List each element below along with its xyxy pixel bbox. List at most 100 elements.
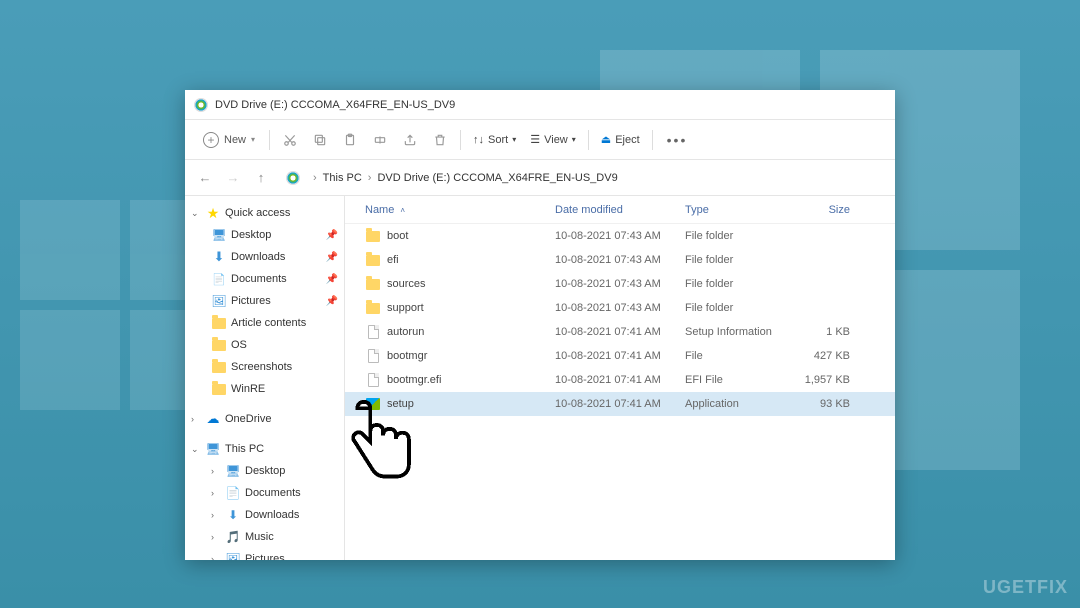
folder-icon (365, 277, 381, 291)
sidebar-item-pictures[interactable]: ›🖼Pictures (185, 548, 344, 560)
file-date: 10-08-2021 07:41 AM (555, 326, 685, 338)
column-headers: Name˄ Date modified Type Size (345, 196, 895, 224)
file-date: 10-08-2021 07:43 AM (555, 254, 685, 266)
chevron-right-icon: › (211, 532, 221, 542)
column-type-header[interactable]: Type (685, 204, 790, 216)
sidebar-item-label: Pictures (245, 553, 338, 560)
back-button[interactable]: ← (195, 168, 215, 188)
file-date: 10-08-2021 07:41 AM (555, 350, 685, 362)
pin-icon: 📌 (326, 230, 338, 241)
sidebar-onedrive[interactable]: › ☁ OneDrive (185, 408, 344, 430)
sidebar-item-article-contents[interactable]: Article contents (185, 312, 344, 334)
sidebar-item-downloads[interactable]: ⬇ Downloads 📌 (185, 246, 344, 268)
sidebar-item-os[interactable]: OS (185, 334, 344, 356)
delete-icon[interactable] (426, 126, 454, 154)
watermark-text: UGETFIX (983, 577, 1068, 598)
rename-icon[interactable] (366, 126, 394, 154)
folder-icon: 🖥 (225, 463, 241, 479)
sort-button[interactable]: ↑↓ Sort ▾ (467, 130, 522, 150)
file-row[interactable]: boot10-08-2021 07:43 AMFile folder (345, 224, 895, 248)
paste-icon[interactable] (336, 126, 364, 154)
file-size: 427 KB (790, 350, 860, 362)
copy-icon[interactable] (306, 126, 334, 154)
file-row[interactable]: autorun10-08-2021 07:41 AMSetup Informat… (345, 320, 895, 344)
sidebar-item-documents[interactable]: ›📄Documents (185, 482, 344, 504)
file-name: setup (387, 398, 414, 410)
breadcrumb[interactable]: › This PC › DVD Drive (E:) CCCOMA_X64FRE… (285, 170, 618, 186)
column-date-header[interactable]: Date modified (555, 204, 685, 216)
file-name: bootmgr.efi (387, 374, 441, 386)
file-name: boot (387, 230, 408, 242)
file-name: efi (387, 254, 399, 266)
eject-button[interactable]: ⏏ Eject (595, 129, 646, 150)
star-icon: ★ (205, 205, 221, 221)
chevron-right-icon: › (313, 172, 317, 184)
sidebar-item-pictures[interactable]: 🖼 Pictures 📌 (185, 290, 344, 312)
sidebar-item-label: Pictures (231, 295, 322, 307)
sidebar-item-label: OS (231, 339, 338, 351)
sidebar-item-winre[interactable]: WinRE (185, 378, 344, 400)
sidebar-item-desktop[interactable]: 🖥 Desktop 📌 (185, 224, 344, 246)
file-row[interactable]: setup10-08-2021 07:41 AMApplication93 KB (345, 392, 895, 416)
new-button[interactable]: + New ▾ (195, 128, 263, 152)
column-name-header[interactable]: Name˄ (355, 204, 555, 216)
share-icon[interactable] (396, 126, 424, 154)
sidebar: ⌄ ★ Quick access 🖥 Desktop 📌 ⬇ Downloads 📌 📄 Do… (185, 196, 345, 560)
eject-label: Eject (615, 134, 639, 146)
sidebar-item-label: Desktop (245, 465, 338, 477)
file-row[interactable]: efi10-08-2021 07:43 AMFile folder (345, 248, 895, 272)
pin-icon: 📌 (326, 252, 338, 263)
file-type: EFI File (685, 374, 790, 386)
separator (652, 130, 653, 150)
folder-icon: 🖼 (211, 293, 227, 309)
titlebar[interactable]: DVD Drive (E:) CCCOMA_X64FRE_EN-US_DV9 (185, 90, 895, 120)
view-button[interactable]: ☰ View ▾ (524, 129, 582, 150)
file-name: sources (387, 278, 426, 290)
folder-icon: ⬇ (211, 249, 227, 265)
file-size: 1,957 KB (790, 374, 860, 386)
forward-button[interactable]: → (223, 168, 243, 188)
folder-icon (365, 229, 381, 243)
file-icon (365, 325, 381, 339)
sidebar-label: OneDrive (225, 413, 338, 425)
sidebar-item-label: Desktop (231, 229, 322, 241)
sidebar-item-label: Documents (245, 487, 338, 499)
file-row[interactable]: support10-08-2021 07:43 AMFile folder (345, 296, 895, 320)
file-row[interactable]: bootmgr.efi10-08-2021 07:41 AMEFI File1,… (345, 368, 895, 392)
chevron-down-icon: ⌄ (191, 444, 201, 455)
sidebar-item-screenshots[interactable]: Screenshots (185, 356, 344, 378)
file-row[interactable]: bootmgr10-08-2021 07:41 AMFile427 KB (345, 344, 895, 368)
file-type: File folder (685, 230, 790, 242)
pin-icon: 📌 (326, 296, 338, 307)
up-button[interactable]: ↑ (251, 168, 271, 188)
sidebar-item-documents[interactable]: 📄 Documents 📌 (185, 268, 344, 290)
breadcrumb-current[interactable]: DVD Drive (E:) CCCOMA_X64FRE_EN-US_DV9 (377, 172, 617, 184)
sidebar-item-music[interactable]: ›🎵Music (185, 526, 344, 548)
column-size-header[interactable]: Size (790, 204, 860, 216)
sidebar-item-label: Downloads (231, 251, 322, 263)
chevron-right-icon: › (211, 554, 221, 560)
eject-icon: ⏏ (601, 133, 611, 146)
file-row[interactable]: sources10-08-2021 07:43 AMFile folder (345, 272, 895, 296)
file-date: 10-08-2021 07:41 AM (555, 398, 685, 410)
chevron-right-icon: › (191, 414, 201, 424)
folder-icon: 🖥 (211, 227, 227, 243)
folder-icon: 📄 (211, 271, 227, 287)
setup-icon (365, 397, 381, 411)
breadcrumb-root[interactable]: This PC (323, 172, 362, 184)
cut-icon[interactable] (276, 126, 304, 154)
sidebar-quick-access[interactable]: ⌄ ★ Quick access (185, 202, 344, 224)
sidebar-item-downloads[interactable]: ›⬇Downloads (185, 504, 344, 526)
file-name: support (387, 302, 424, 314)
file-type: Application (685, 398, 790, 410)
folder-icon (211, 315, 227, 331)
more-button[interactable]: ••• (659, 128, 696, 152)
folder-icon (365, 301, 381, 315)
sidebar-item-desktop[interactable]: ›🖥Desktop (185, 460, 344, 482)
sidebar-label: Quick access (225, 207, 338, 219)
sidebar-item-label: Documents (231, 273, 322, 285)
file-size: 1 KB (790, 326, 860, 338)
sidebar-this-pc[interactable]: ⌄ 🖥 This PC (185, 438, 344, 460)
pin-icon: 📌 (326, 274, 338, 285)
sidebar-item-label: Article contents (231, 317, 338, 329)
